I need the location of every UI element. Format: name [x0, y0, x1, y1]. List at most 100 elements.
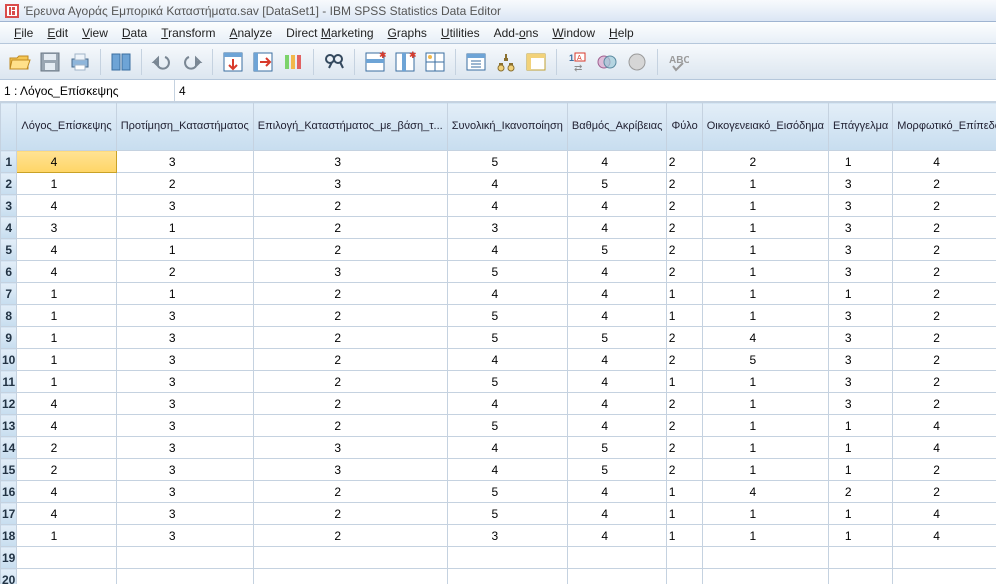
corner-cell[interactable]	[1, 103, 17, 151]
data-cell[interactable]: 5	[567, 173, 667, 195]
column-header[interactable]: Οικογενειακό_Εισόδημα	[702, 103, 828, 151]
data-cell[interactable]: 2	[253, 503, 447, 525]
menu-utilities[interactable]: Utilities	[435, 24, 486, 42]
data-cell[interactable]: 3	[829, 239, 893, 261]
data-cell[interactable]: 4	[567, 393, 667, 415]
data-cell[interactable]: 2	[667, 217, 702, 239]
data-cell[interactable]: 1	[829, 503, 893, 525]
data-cell[interactable]: 1	[667, 481, 702, 503]
data-cell[interactable]: 4	[567, 525, 667, 547]
open-icon[interactable]	[6, 48, 34, 76]
data-cell[interactable]: 3	[116, 305, 253, 327]
data-cell[interactable]: 2	[116, 261, 253, 283]
recall-dialog-icon[interactable]	[107, 48, 135, 76]
data-cell[interactable]: 3	[829, 261, 893, 283]
menu-analyze[interactable]: Analyze	[223, 24, 278, 42]
data-cell[interactable]: 2	[667, 393, 702, 415]
data-cell[interactable]: 1	[702, 459, 828, 481]
data-cell[interactable]: 1	[667, 371, 702, 393]
data-cell[interactable]: 2	[667, 327, 702, 349]
data-cell[interactable]: 4	[17, 393, 116, 415]
data-cell[interactable]	[253, 547, 447, 569]
data-cell[interactable]: 4	[447, 459, 567, 481]
data-cell[interactable]: 4	[893, 503, 996, 525]
data-cell[interactable]: 2	[253, 525, 447, 547]
data-cell[interactable]: 3	[253, 173, 447, 195]
data-cell[interactable]: 2	[253, 239, 447, 261]
data-cell[interactable]	[567, 547, 667, 569]
data-cell[interactable]: 4	[567, 481, 667, 503]
data-cell[interactable]	[702, 547, 828, 569]
data-cell[interactable]: 4	[17, 415, 116, 437]
column-header[interactable]: Επάγγελμα	[829, 103, 893, 151]
data-cell[interactable]: 2	[253, 283, 447, 305]
data-cell[interactable]: 2	[829, 481, 893, 503]
data-cell[interactable]: 2	[253, 371, 447, 393]
data-cell[interactable]: 1	[702, 437, 828, 459]
row-header[interactable]: 9	[1, 327, 17, 349]
spellcheck-icon[interactable]: ABC	[664, 48, 692, 76]
data-cell[interactable]	[17, 569, 116, 584]
menu-direct-marketing[interactable]: Direct Marketing	[280, 24, 379, 42]
data-cell[interactable]: 3	[116, 195, 253, 217]
data-cell[interactable]: 1	[116, 283, 253, 305]
data-cell[interactable]	[667, 547, 702, 569]
goto-case-icon[interactable]	[219, 48, 247, 76]
data-cell[interactable]: 2	[667, 415, 702, 437]
data-cell[interactable]: 2	[702, 151, 828, 173]
data-cell[interactable]: 3	[829, 327, 893, 349]
insert-case-icon[interactable]: ✱	[361, 48, 389, 76]
data-cell[interactable]: 4	[17, 195, 116, 217]
data-cell[interactable]: 1	[17, 525, 116, 547]
data-cell[interactable]: 2	[17, 437, 116, 459]
data-cell[interactable]: 5	[447, 261, 567, 283]
data-cell[interactable]: 2	[116, 173, 253, 195]
data-cell[interactable]: 4	[567, 305, 667, 327]
data-cell[interactable]: 3	[447, 525, 567, 547]
row-header[interactable]: 4	[1, 217, 17, 239]
data-cell[interactable]: 1	[829, 525, 893, 547]
find-icon[interactable]	[320, 48, 348, 76]
menu-file[interactable]: File	[8, 24, 39, 42]
data-cell[interactable]: 3	[116, 393, 253, 415]
data-cell[interactable]: 2	[667, 173, 702, 195]
data-cell[interactable]: 2	[667, 261, 702, 283]
value-labels-icon[interactable]	[522, 48, 550, 76]
data-cell[interactable]: 4	[447, 195, 567, 217]
data-cell[interactable]: 5	[447, 371, 567, 393]
data-cell[interactable]	[829, 547, 893, 569]
data-cell[interactable]: 2	[667, 151, 702, 173]
data-cell[interactable]: 1	[667, 283, 702, 305]
data-cell[interactable]: 3	[253, 261, 447, 283]
data-cell[interactable]: 2	[893, 217, 996, 239]
column-header[interactable]: Συνολική_Ικανοποίηση	[447, 103, 567, 151]
data-cell[interactable]: 1	[17, 371, 116, 393]
data-grid[interactable]: Λόγος_ΕπίσκεψηςΠροτίμηση_ΚαταστήματοςΕπι…	[0, 102, 996, 584]
data-cell[interactable]	[567, 569, 667, 584]
data-cell[interactable]: 4	[447, 239, 567, 261]
data-cell[interactable]: 4	[447, 173, 567, 195]
data-cell[interactable]: 1	[116, 217, 253, 239]
data-cell[interactable]: 2	[893, 393, 996, 415]
data-cell[interactable]: 4	[893, 437, 996, 459]
insert-variable-icon[interactable]: ✱	[391, 48, 419, 76]
custom-attributes-icon[interactable]	[623, 48, 651, 76]
menu-view[interactable]: View	[76, 24, 114, 42]
data-cell[interactable]: 4	[567, 371, 667, 393]
data-cell[interactable]: 2	[253, 305, 447, 327]
data-cell[interactable]: 2	[253, 217, 447, 239]
data-cell[interactable]: 2	[893, 371, 996, 393]
row-header[interactable]: 2	[1, 173, 17, 195]
split-file-icon[interactable]	[421, 48, 449, 76]
data-cell[interactable]: 4	[567, 217, 667, 239]
data-cell[interactable]: 5	[447, 327, 567, 349]
data-cell[interactable]: 1	[702, 239, 828, 261]
data-cell[interactable]: 2	[893, 305, 996, 327]
data-cell[interactable]: 4	[893, 151, 996, 173]
data-cell[interactable]: 3	[116, 503, 253, 525]
data-cell[interactable]: 3	[253, 459, 447, 481]
data-cell[interactable]: 2	[893, 327, 996, 349]
data-cell[interactable]: 4	[447, 437, 567, 459]
data-cell[interactable]	[829, 569, 893, 584]
data-cell[interactable]	[893, 547, 996, 569]
